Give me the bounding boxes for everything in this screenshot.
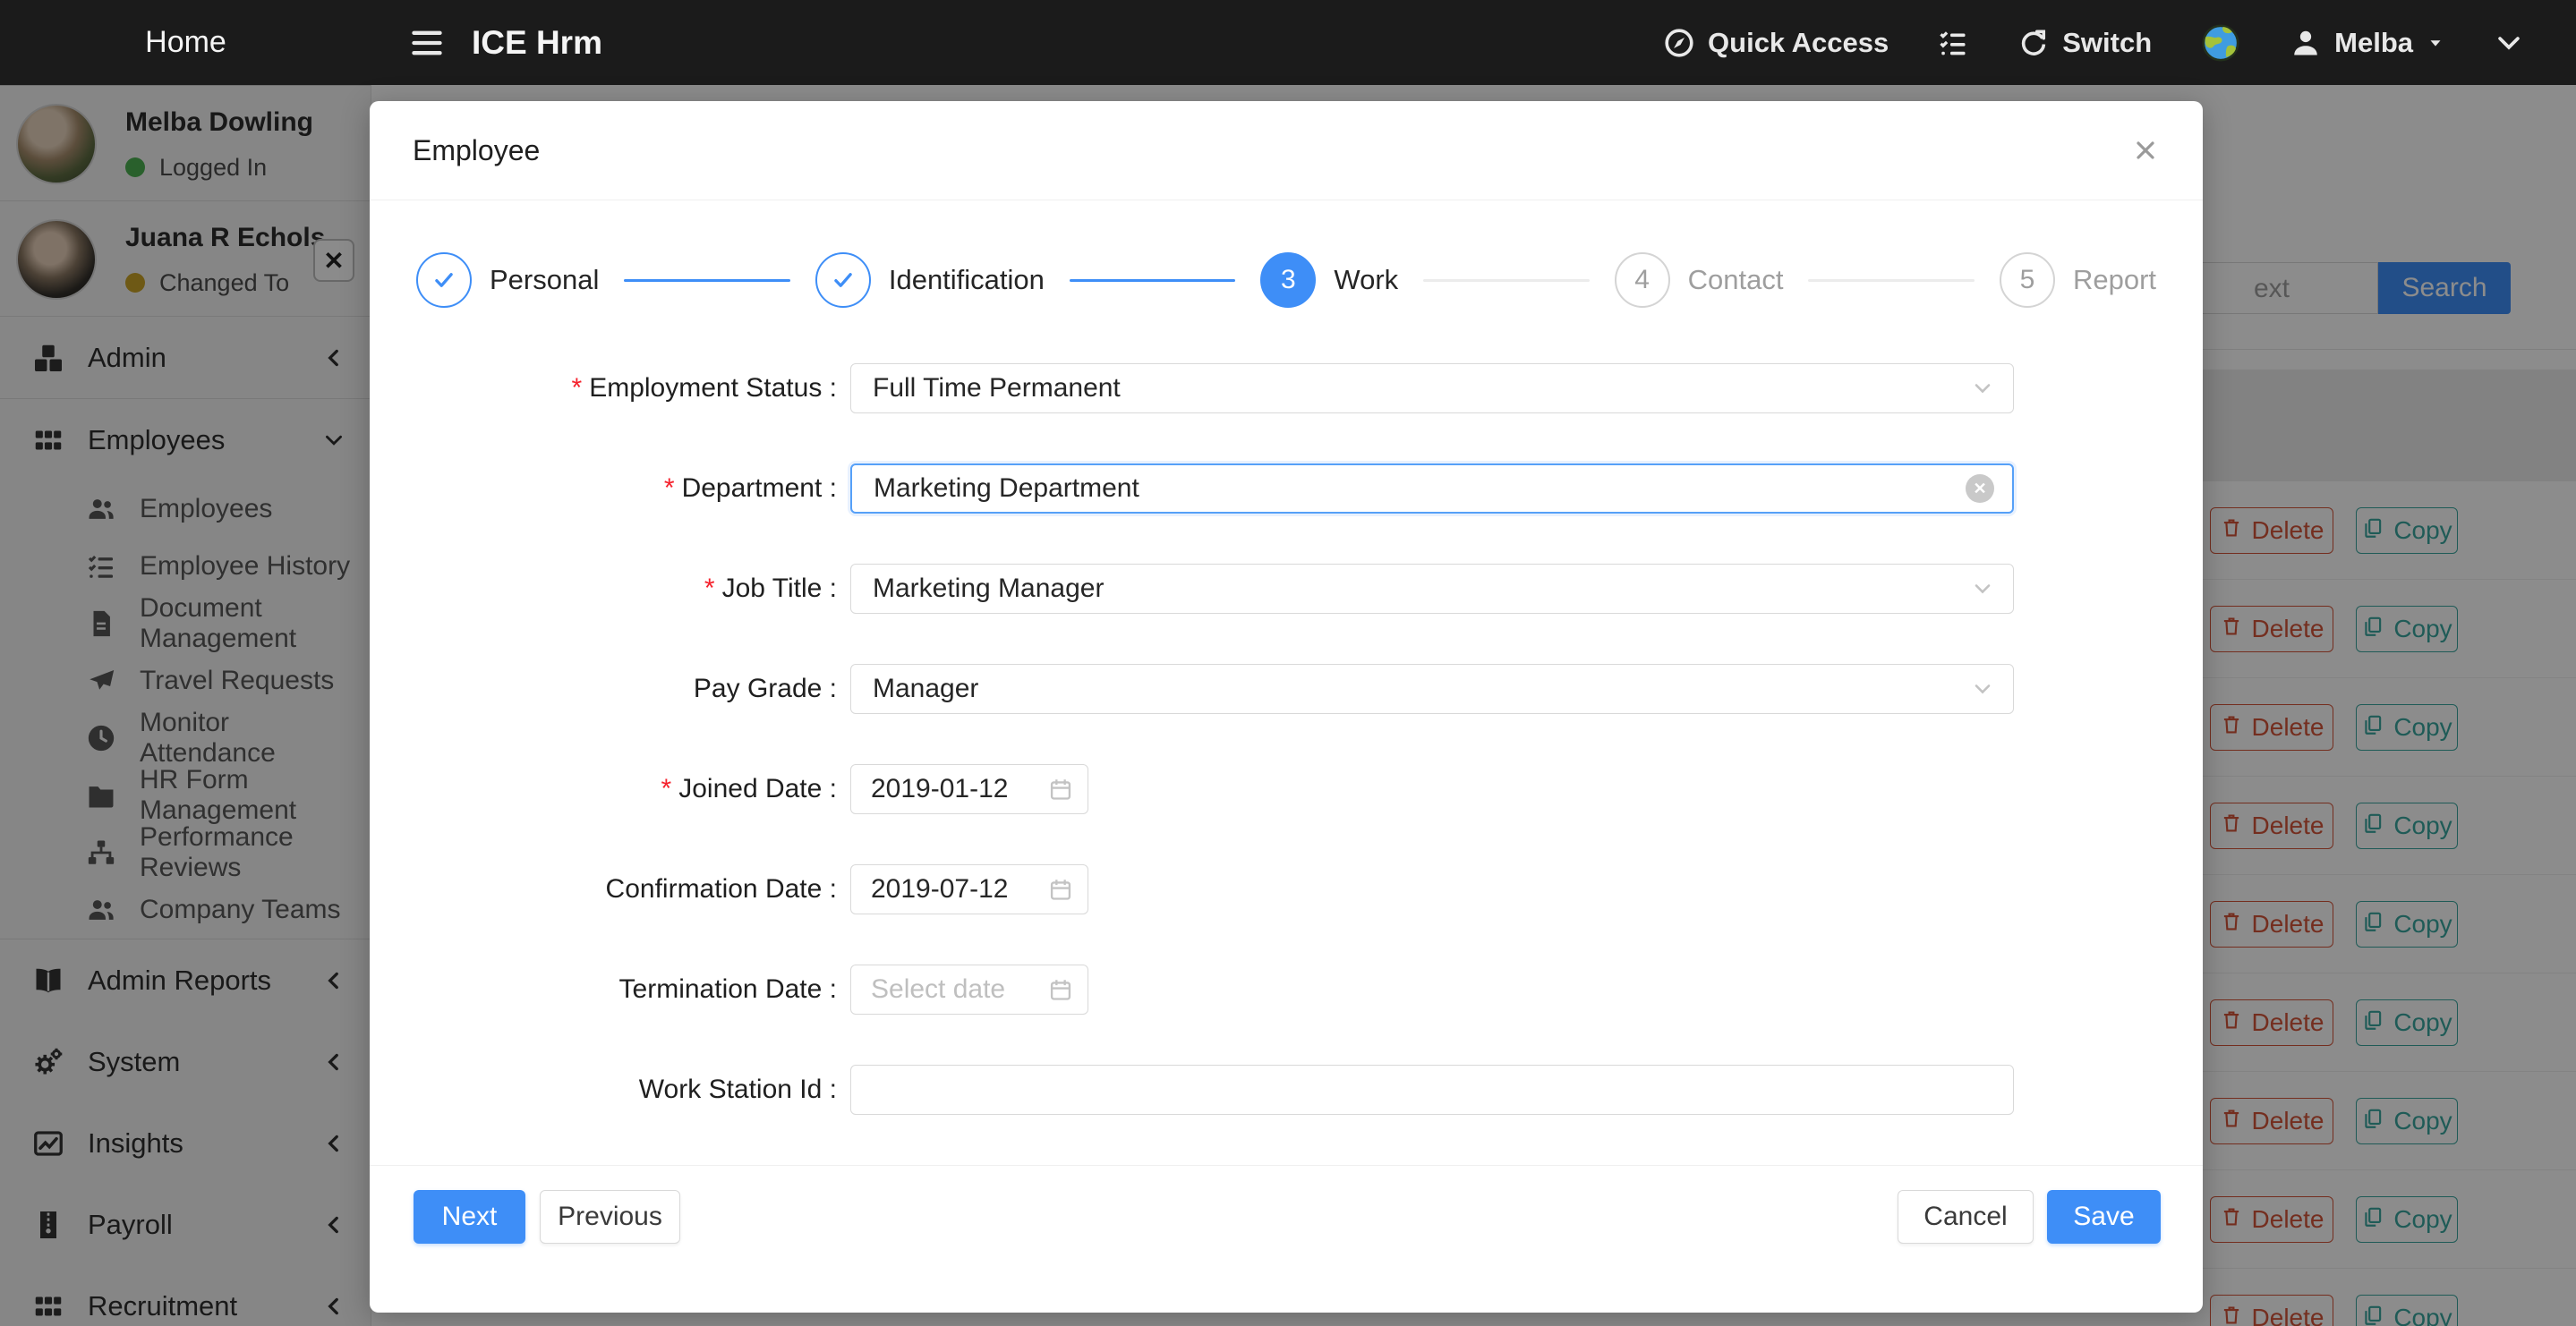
- home-link[interactable]: Home: [0, 25, 371, 60]
- caret-down-icon: [2426, 33, 2445, 53]
- field-label: Termination Date :: [370, 974, 837, 1005]
- step-identification[interactable]: Identification: [815, 252, 1045, 308]
- step-number: 4: [1615, 252, 1670, 308]
- previous-button[interactable]: Previous: [540, 1190, 680, 1244]
- employment-status-select[interactable]: Full Time Permanent: [850, 363, 2014, 413]
- chevron-down-icon: [1970, 676, 1995, 701]
- work-form: *Employment Status :Full Time Permanent*…: [370, 363, 2203, 1115]
- step-label: Personal: [490, 264, 599, 296]
- collapse-header-button[interactable]: [2494, 28, 2524, 58]
- chevron-down-icon: [1970, 376, 1995, 401]
- form-row-job-title: *Job Title : Marketing Manager: [370, 564, 2203, 614]
- department-select[interactable]: Marketing Department✕: [850, 463, 2014, 514]
- switch-icon: [2017, 27, 2050, 59]
- field-label: Confirmation Date :: [370, 874, 837, 905]
- calendar-icon: [1048, 777, 1073, 802]
- language-button[interactable]: [2200, 22, 2241, 64]
- required-asterisk: *: [664, 473, 675, 504]
- next-button[interactable]: Next: [414, 1190, 525, 1244]
- compass-icon: [1663, 27, 1695, 59]
- form-row-termination-date: Termination Date : Select date: [370, 965, 2203, 1015]
- tasks-button[interactable]: [1937, 27, 1969, 59]
- form-row-joined-date: *Joined Date : 2019-01-12: [370, 764, 2203, 814]
- step-label: Work: [1334, 264, 1398, 296]
- step-connector: [1423, 279, 1589, 282]
- required-asterisk: *: [661, 774, 672, 804]
- user-icon: [2290, 27, 2322, 59]
- confirmation-date-date-input[interactable]: 2019-07-12: [850, 864, 1088, 914]
- form-row-pay-grade: Pay Grade : Manager: [370, 664, 2203, 714]
- step-connector: [1808, 279, 1974, 282]
- step-label: Identification: [889, 264, 1045, 296]
- step-label: Report: [2073, 264, 2156, 296]
- step-label: Contact: [1688, 264, 1784, 296]
- field-label: *Employment Status :: [370, 373, 837, 404]
- wizard-steps: Personal Identification 3 Work 4 Contact 5 Repo…: [416, 252, 2156, 308]
- field-label: *Job Title :: [370, 574, 837, 604]
- date-value: 2019-01-12: [871, 774, 1048, 804]
- step-report[interactable]: 5 Report: [2000, 252, 2156, 308]
- step-check-icon: [416, 252, 472, 308]
- field-label: *Department :: [370, 473, 837, 504]
- quick-access-button[interactable]: Quick Access: [1663, 27, 1889, 59]
- form-row-work-station-id: Work Station Id :: [370, 1065, 2203, 1115]
- step-connector: [624, 279, 789, 282]
- date-value: 2019-07-12: [871, 874, 1048, 905]
- field-label: Work Station Id :: [370, 1075, 837, 1105]
- chevron-down-icon: [2494, 28, 2524, 58]
- user-menu[interactable]: Melba: [2290, 27, 2445, 59]
- step-work[interactable]: 3 Work: [1260, 252, 1398, 308]
- step-contact[interactable]: 4 Contact: [1615, 252, 1784, 308]
- close-icon[interactable]: [2131, 136, 2160, 165]
- joined-date-date-input[interactable]: 2019-01-12: [850, 764, 1088, 814]
- required-asterisk: *: [704, 574, 715, 604]
- topbar: Home ICE Hrm Quick Access Switch Melba: [0, 0, 2576, 85]
- job-title-select[interactable]: Marketing Manager: [850, 564, 2014, 614]
- form-row-employment-status: *Employment Status : Full Time Permanent: [370, 363, 2203, 413]
- cancel-button[interactable]: Cancel: [1898, 1190, 2034, 1244]
- globe-language-icon: [2200, 22, 2241, 64]
- termination-date-date-input[interactable]: Select date: [850, 965, 1088, 1015]
- clear-icon[interactable]: ✕: [1966, 474, 1994, 503]
- task-list-icon: [1937, 27, 1969, 59]
- form-row-department: *Department : Marketing Department✕: [370, 463, 2203, 514]
- employee-modal: Employee Personal Identification 3 Work 4 Con…: [370, 101, 2203, 1313]
- date-placeholder: Select date: [871, 974, 1048, 1005]
- step-number: 3: [1260, 252, 1316, 308]
- step-personal[interactable]: Personal: [416, 252, 599, 308]
- app-brand[interactable]: ICE Hrm: [472, 24, 602, 62]
- select-value: Manager: [873, 674, 1970, 704]
- field-label: *Joined Date :: [370, 774, 837, 804]
- modal-title: Employee: [413, 134, 2131, 167]
- select-value: Marketing Department: [874, 473, 1966, 504]
- step-connector: [1070, 279, 1235, 282]
- form-row-confirmation-date: Confirmation Date : 2019-07-12: [370, 864, 2203, 914]
- hamburger-menu-icon[interactable]: [409, 25, 445, 61]
- required-asterisk: *: [572, 373, 583, 404]
- work-station-id-input[interactable]: [850, 1065, 2014, 1115]
- save-button[interactable]: Save: [2047, 1190, 2161, 1244]
- switch-button[interactable]: Switch: [2017, 27, 2152, 59]
- calendar-icon: [1048, 877, 1073, 902]
- select-value: Marketing Manager: [873, 574, 1970, 604]
- step-number: 5: [2000, 252, 2055, 308]
- step-check-icon: [815, 252, 871, 308]
- calendar-icon: [1048, 977, 1073, 1002]
- field-label: Pay Grade :: [370, 674, 837, 704]
- select-value: Full Time Permanent: [873, 373, 1970, 404]
- pay-grade-select[interactable]: Manager: [850, 664, 2014, 714]
- chevron-down-icon: [1970, 576, 1995, 601]
